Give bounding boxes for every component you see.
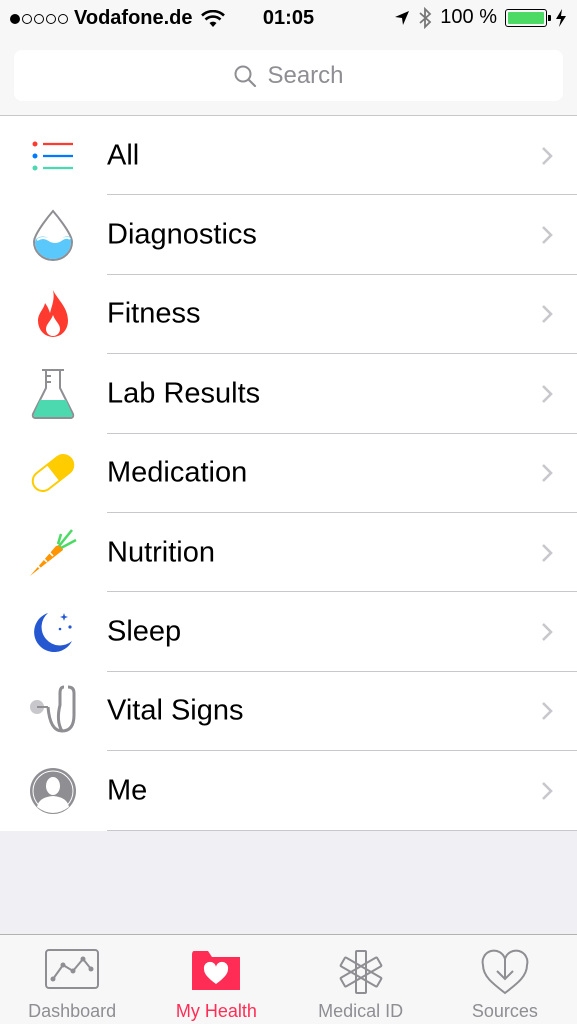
list-item-sleep[interactable]: Sleep — [0, 592, 577, 672]
search-icon — [234, 65, 257, 87]
tab-dashboard[interactable]: Dashboard — [0, 935, 144, 1024]
chevron-right-icon — [542, 781, 553, 800]
carrot-icon — [30, 528, 77, 576]
list-icon — [32, 141, 73, 171]
chevron-right-icon — [542, 623, 553, 641]
separator — [107, 829, 577, 831]
chevron-right-icon — [542, 543, 553, 562]
tab-medical-id[interactable]: Medical ID — [289, 935, 433, 1024]
flask-icon — [31, 368, 75, 419]
list-item-label: Diagnostics — [107, 218, 257, 251]
tab-label: My Health — [175, 1001, 257, 1021]
chevron-right-icon — [542, 305, 553, 324]
list-item-label: Sleep — [107, 615, 182, 648]
list-item-label: Nutrition — [107, 536, 215, 569]
tab-label: Medical ID — [318, 1001, 404, 1021]
search-area: Search — [0, 38, 577, 116]
tab-label: Dashboard — [28, 1001, 117, 1021]
chevron-right-icon — [542, 226, 553, 244]
tab-bar: Dashboard My Health Medical ID Sources — [0, 934, 577, 1024]
list-item-label: Me — [107, 774, 148, 807]
chevron-right-icon — [542, 464, 553, 483]
list-item-label: Medication — [107, 456, 248, 489]
chart-icon — [45, 949, 100, 989]
asterisk-icon — [339, 950, 382, 994]
download-heart-icon — [481, 949, 529, 995]
list-item-label: Vital Signs — [107, 694, 244, 727]
list-item-all[interactable]: All — [0, 116, 577, 196]
tab-sources[interactable]: Sources — [433, 935, 577, 1024]
battery-percentage: 100 % — [440, 6, 497, 28]
charging-icon — [556, 8, 566, 27]
pill-icon — [31, 454, 75, 493]
list-item-me[interactable]: Me — [0, 751, 577, 831]
chevron-right-icon — [542, 384, 553, 403]
list-item-label: Lab Results — [107, 377, 261, 410]
bluetooth-icon — [419, 6, 432, 29]
drop-icon — [32, 209, 74, 262]
chevron-right-icon — [542, 146, 553, 165]
list-item-diagnostics[interactable]: Diagnostics — [0, 195, 577, 275]
list-item-label: Fitness — [107, 297, 201, 330]
list-item-medication[interactable]: Medication — [0, 434, 577, 513]
tab-my-health[interactable]: My Health — [144, 935, 288, 1024]
tab-label: Sources — [471, 1001, 538, 1021]
list-item-lab-results[interactable]: Lab Results — [0, 354, 577, 434]
search-placeholder: Search — [267, 61, 344, 89]
list-item-fitness[interactable]: Fitness — [0, 275, 577, 355]
list-item-label: All — [107, 139, 140, 172]
list-item-nutrition[interactable]: Nutrition — [0, 513, 577, 593]
status-bar: Vodafone.de 01:05 100 % — [0, 0, 577, 38]
profile-icon — [30, 767, 76, 814]
location-arrow-icon — [395, 10, 410, 25]
heart-folder-icon — [192, 951, 241, 990]
search-input[interactable]: Search — [14, 50, 563, 101]
list-item-vital-signs[interactable]: Vital Signs — [0, 672, 577, 752]
stethoscope-icon — [30, 685, 76, 733]
moon-icon — [34, 613, 72, 653]
battery-icon — [505, 8, 551, 27]
health-categories-list: All Diagnostics Fitness Lab Results Medi… — [0, 116, 577, 831]
chevron-right-icon — [542, 702, 553, 721]
status-right: 100 % — [394, 6, 567, 29]
flame-icon — [38, 290, 68, 338]
